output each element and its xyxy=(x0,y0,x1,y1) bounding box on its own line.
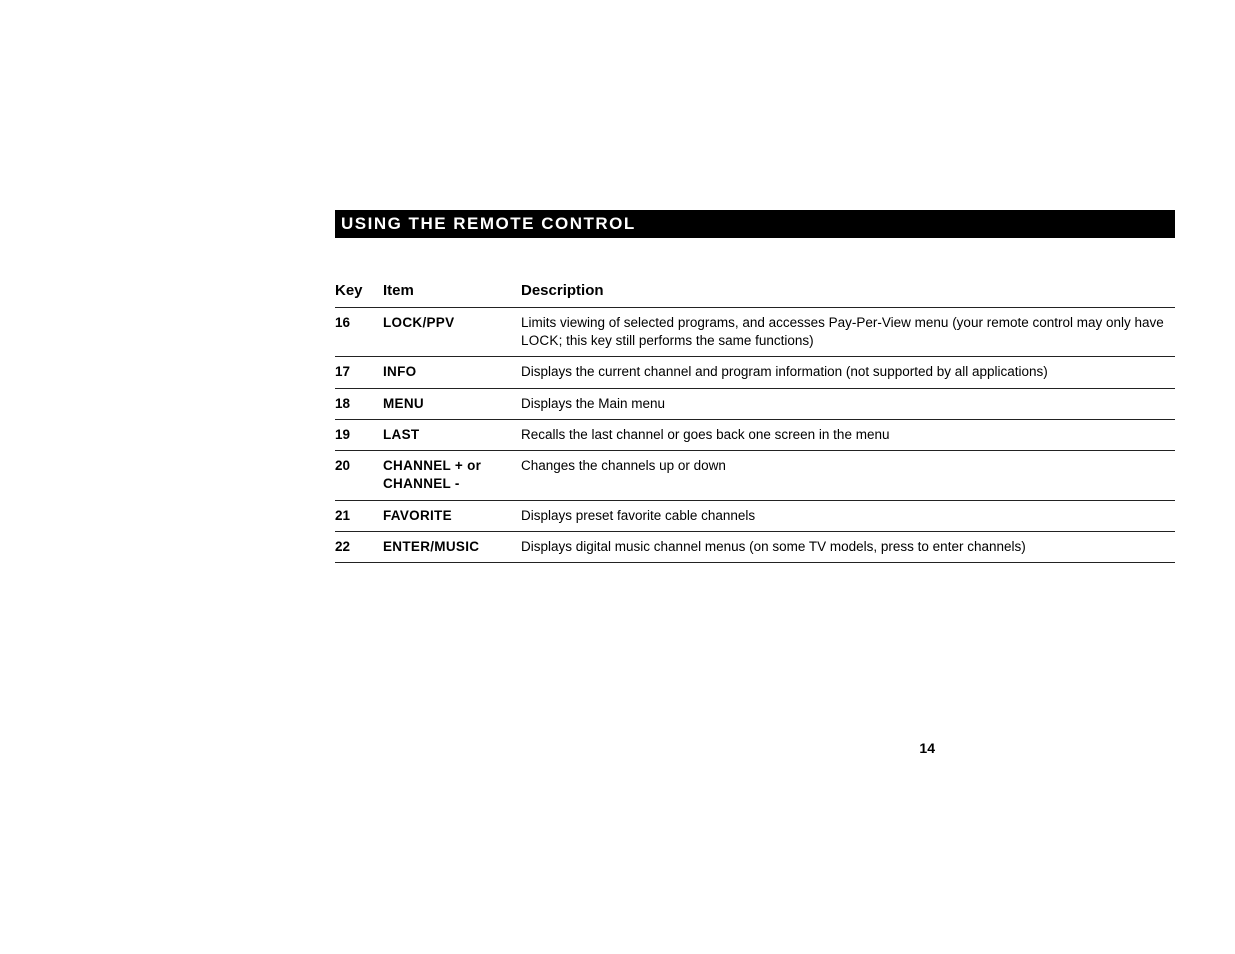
desc-text: Changes the channels up or down xyxy=(521,458,726,473)
key-cell: 18 xyxy=(335,388,383,419)
desc-text: Recalls the last channel or goes back on… xyxy=(521,427,889,442)
desc-text: ; this key still performs the same funct… xyxy=(559,333,814,348)
col-header-item: Item xyxy=(383,278,521,308)
table-row: 22 ENTER/MUSIC Displays digital music ch… xyxy=(335,531,1175,562)
desc-cell: Limits viewing of selected programs, and… xyxy=(521,308,1175,357)
table-row: 16 LOCK/PPV Limits viewing of selected p… xyxy=(335,308,1175,357)
desc-cell: Changes the channels up or down xyxy=(521,451,1175,500)
desc-cell: Displays the current channel and program… xyxy=(521,357,1175,388)
key-cell: 21 xyxy=(335,500,383,531)
table-row: 21 FAVORITE Displays preset favorite cab… xyxy=(335,500,1175,531)
col-header-description: Description xyxy=(521,278,1175,308)
document-page: USING THE REMOTE CONTROL Key Item Descri… xyxy=(0,0,1235,563)
key-cell: 20 xyxy=(335,451,383,500)
desc-cell: Displays preset favorite cable channels xyxy=(521,500,1175,531)
key-cell: 17 xyxy=(335,357,383,388)
section-header: USING THE REMOTE CONTROL xyxy=(335,210,1175,238)
table-row: 19 LAST Recalls the last channel or goes… xyxy=(335,419,1175,450)
desc-text: Displays the Main menu xyxy=(521,396,665,411)
table-row: 18 MENU Displays the Main menu xyxy=(335,388,1175,419)
item-cell: LOCK/PPV xyxy=(383,308,521,357)
desc-text: Displays the current channel and program… xyxy=(521,364,1048,379)
table-row: 17 INFO Displays the current channel and… xyxy=(335,357,1175,388)
desc-cell: Recalls the last channel or goes back on… xyxy=(521,419,1175,450)
item-cell: LAST xyxy=(383,419,521,450)
table-header-row: Key Item Description xyxy=(335,278,1175,308)
desc-text: Displays preset favorite cable channels xyxy=(521,508,755,523)
item-cell: CHANNEL + or CHANNEL - xyxy=(383,451,521,500)
desc-cell: Displays digital music channel menus (on… xyxy=(521,531,1175,562)
desc-cell: Displays the Main menu xyxy=(521,388,1175,419)
item-cell: FAVORITE xyxy=(383,500,521,531)
remote-keys-table: Key Item Description 16 LOCK/PPV Limits … xyxy=(335,278,1175,563)
key-cell: 16 xyxy=(335,308,383,357)
key-cell: 22 xyxy=(335,531,383,562)
item-cell: ENTER/MUSIC xyxy=(383,531,521,562)
key-cell: 19 xyxy=(335,419,383,450)
desc-text: Limits viewing of selected programs, and… xyxy=(521,315,1164,330)
table-row: 20 CHANNEL + or CHANNEL - Changes the ch… xyxy=(335,451,1175,500)
item-cell: MENU xyxy=(383,388,521,419)
item-cell: INFO xyxy=(383,357,521,388)
col-header-key: Key xyxy=(335,278,383,308)
desc-smallcaps: LOCK xyxy=(521,333,559,348)
page-number: 14 xyxy=(919,740,935,756)
desc-text: Displays digital music channel menus (on… xyxy=(521,539,1026,554)
